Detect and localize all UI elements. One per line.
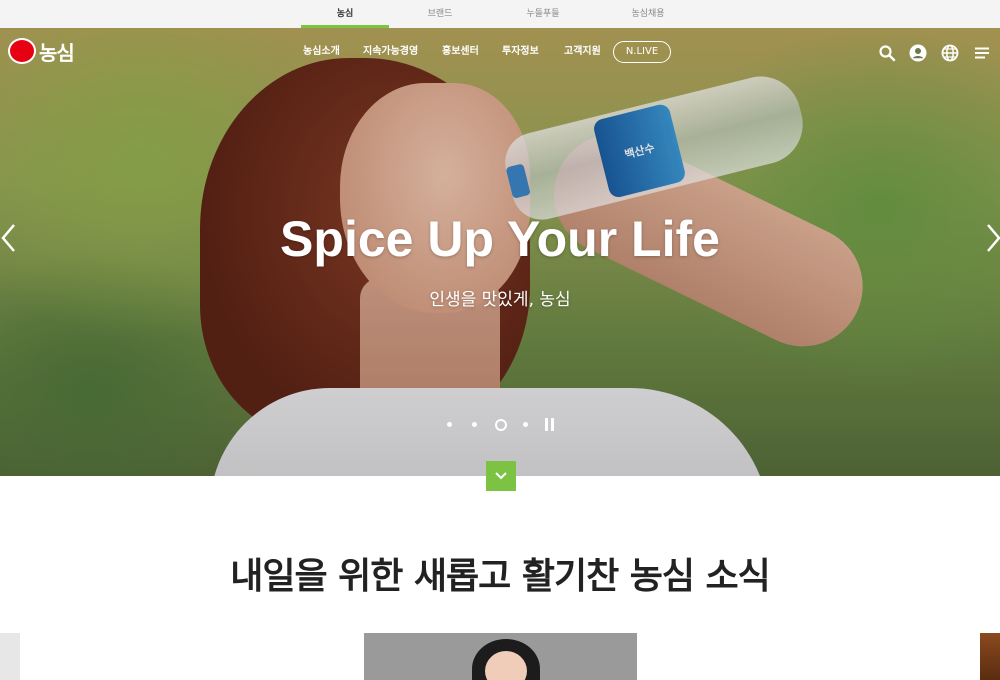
top-tab-nongshim[interactable]: 농심 <box>301 0 389 28</box>
news-section-title: 내일을 위한 새롭고 활기찬 농심 소식 <box>230 556 770 597</box>
nav-item-investor[interactable]: 투자정보 <box>502 42 539 62</box>
user-icon[interactable] <box>909 44 927 62</box>
scroll-down-button[interactable] <box>486 461 516 491</box>
top-site-bar: 농심 브랜드 누들푸들 농심채용 <box>0 0 1000 28</box>
menu-icon[interactable] <box>973 44 991 62</box>
slide-dot-2[interactable] <box>472 422 477 427</box>
nav-item-about[interactable]: 농심소개 <box>303 42 340 62</box>
slide-dot-3[interactable] <box>495 419 507 431</box>
top-tab-brand[interactable]: 브랜드 <box>396 0 484 28</box>
chevron-down-icon <box>495 472 507 480</box>
nav-item-pr-center[interactable]: 홍보센터 <box>442 42 479 62</box>
nongshim-logo[interactable]: 농심 <box>8 38 75 65</box>
top-tab-noodlefoodle[interactable]: 누들푸들 <box>499 0 587 28</box>
nav-item-support[interactable]: 고객지원 <box>564 42 601 62</box>
hero-headline: Spice Up Your Life <box>280 211 720 267</box>
news-card-main[interactable] <box>364 633 637 680</box>
nlive-button[interactable]: N.LIVE <box>613 41 671 63</box>
pause-icon[interactable] <box>544 418 556 432</box>
hero-subline: 인생을 맛있게, 농심 <box>429 290 571 310</box>
logo-text: 농심 <box>39 40 75 65</box>
news-card-next[interactable] <box>980 633 1000 680</box>
search-icon[interactable] <box>878 44 896 62</box>
logo-mark-icon <box>8 38 36 64</box>
top-tab-recruit[interactable]: 농심채용 <box>604 0 692 28</box>
slide-dot-1[interactable] <box>447 422 452 427</box>
globe-icon[interactable] <box>941 44 959 62</box>
nav-item-sustainability[interactable]: 지속가능경영 <box>363 42 418 62</box>
news-card-prev[interactable] <box>0 633 20 680</box>
slide-dot-4[interactable] <box>523 422 528 427</box>
